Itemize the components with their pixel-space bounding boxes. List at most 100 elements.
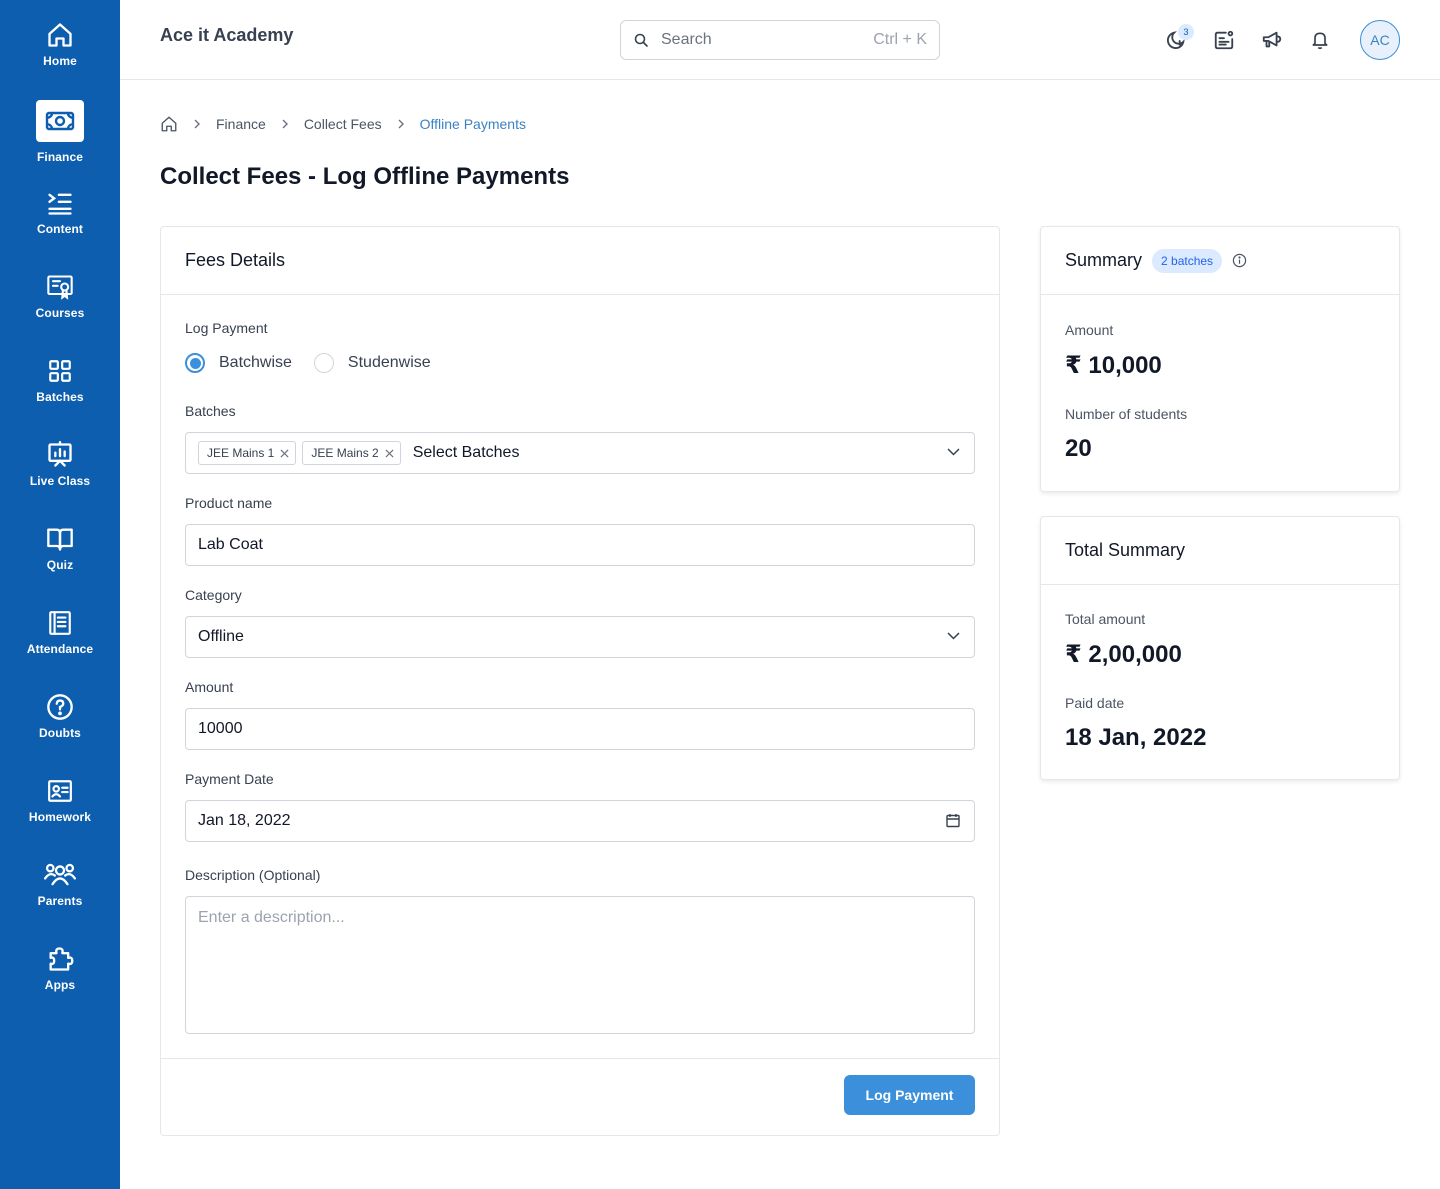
certificate-icon	[36, 272, 84, 302]
sidebar-item-live-class[interactable]: Live Class	[0, 420, 120, 504]
chevron-right-icon	[192, 119, 202, 129]
category-value: Offline	[198, 628, 244, 645]
grid-icon	[36, 356, 84, 386]
megaphone-icon[interactable]	[1260, 28, 1284, 52]
chevron-right-icon	[396, 119, 406, 129]
sidebar-item-label: Quiz	[46, 558, 74, 572]
batchwise-radio[interactable]	[185, 353, 205, 373]
bell-icon[interactable]	[1308, 28, 1332, 52]
amount-label: Amount	[185, 679, 234, 695]
sidebar-item-label: Batches	[36, 390, 84, 404]
sidebar-item-finance[interactable]: Finance	[0, 84, 120, 168]
paid-date-value: 18 Jan, 2022	[1065, 724, 1207, 751]
description-textarea[interactable]: Enter a description...	[185, 896, 975, 1034]
chevron-down-icon	[947, 448, 960, 456]
chevron-right-icon	[280, 119, 290, 129]
summary-header: Summary 2 batches	[1041, 227, 1399, 295]
id-card-icon	[36, 776, 84, 806]
description-label: Description (Optional)	[185, 867, 321, 883]
register-icon	[36, 608, 84, 638]
notes-settings-icon[interactable]	[1212, 28, 1236, 52]
summary-amount-value: ₹ 10,000	[1065, 352, 1162, 379]
sidebar-item-label: Doubts	[39, 726, 81, 740]
sidebar-item-batches[interactable]: Batches	[0, 336, 120, 420]
sidebar-item-quiz[interactable]: Quiz	[0, 504, 120, 588]
category-label: Category	[185, 587, 242, 603]
category-select[interactable]: Offline	[185, 616, 975, 658]
batches-label: Batches	[185, 403, 236, 419]
students-label: Number of students	[1065, 406, 1188, 422]
sidebar-item-parents[interactable]: Parents	[0, 840, 120, 924]
summary-heading: Summary	[1065, 250, 1143, 270]
people-icon	[36, 860, 84, 890]
home-icon	[36, 20, 84, 50]
breadcrumb: Finance Collect Fees Offline Payments	[160, 114, 526, 134]
amount-input[interactable]: 10000	[185, 708, 975, 750]
total-summary-heading: Total Summary	[1041, 517, 1399, 585]
breadcrumb-current: Offline Payments	[419, 116, 526, 132]
sidebar-item-apps[interactable]: Apps	[0, 924, 120, 1008]
sidebar-item-homework[interactable]: Homework	[0, 756, 120, 840]
sidebar-item-label: Parents	[37, 894, 83, 908]
app-title: Ace it Academy	[160, 25, 294, 45]
students-value: 20	[1065, 435, 1092, 462]
breadcrumb-item-collect-fees[interactable]: Collect Fees	[304, 116, 382, 132]
page-title: Collect Fees - Log Offline Payments	[160, 163, 570, 190]
sidebar-item-label: Finance	[36, 150, 84, 164]
sidebar-item-courses[interactable]: Courses	[0, 252, 120, 336]
calendar-icon[interactable]	[946, 813, 960, 828]
batch-chip-label: JEE Mains 2	[311, 446, 379, 460]
info-icon[interactable]	[1232, 253, 1247, 268]
batches-select[interactable]: JEE Mains 1 JEE Mains 2 Select Batches	[185, 432, 975, 474]
breadcrumb-item-finance[interactable]: Finance	[216, 116, 266, 132]
puzzle-icon	[36, 944, 84, 974]
studenwise-label: Studenwise	[347, 354, 431, 371]
footer-divider	[161, 1058, 999, 1059]
cash-icon	[36, 100, 84, 142]
search-box[interactable]: Ctrl + K	[620, 20, 940, 60]
book-icon	[36, 524, 84, 554]
batches-count-badge: 2 batches	[1152, 248, 1223, 273]
payment-date-value: Jan 18, 2022	[198, 812, 291, 829]
search-icon	[633, 32, 649, 48]
sidebar-item-label: Live Class	[29, 474, 91, 488]
sidebar-item-label: Home	[43, 54, 77, 68]
remove-chip-icon[interactable]	[385, 448, 394, 458]
search-shortcut: Ctrl + K	[873, 31, 927, 48]
batch-chip-label: JEE Mains 1	[207, 446, 275, 460]
log-payment-button[interactable]: Log Payment	[844, 1075, 975, 1115]
sidebar-item-label: Homework	[28, 810, 92, 824]
summary-card: Summary 2 batches Amount ₹ 10,000 Number…	[1040, 226, 1400, 492]
avatar[interactable]: AC	[1360, 20, 1400, 60]
payment-date-input[interactable]: Jan 18, 2022	[185, 800, 975, 842]
sidebar-item-doubts[interactable]: Doubts	[0, 672, 120, 756]
presentation-icon	[36, 440, 84, 470]
log-payment-label: Log Payment	[185, 320, 268, 336]
studenwise-radio[interactable]	[313, 353, 334, 373]
sidebar-item-content[interactable]: Content	[0, 168, 120, 252]
question-icon	[36, 692, 84, 722]
total-amount-label: Total amount	[1065, 611, 1146, 627]
fees-details-heading: Fees Details	[161, 227, 999, 295]
total-summary-card: Total Summary Total amount ₹ 2,00,000 Pa…	[1040, 516, 1400, 780]
remove-chip-icon[interactable]	[280, 448, 289, 458]
batch-chip: JEE Mains 1	[198, 441, 297, 465]
sidebar-item-label: Apps	[44, 978, 76, 992]
batchwise-label: Batchwise	[219, 354, 292, 371]
batches-placeholder: Select Batches	[412, 444, 520, 461]
sidebar-item-label: Content	[36, 222, 84, 236]
sidebar: Home Finance Content Courses Batches Liv…	[0, 0, 120, 1189]
total-amount-value: ₹ 2,00,000	[1065, 641, 1182, 668]
search-input[interactable]	[661, 31, 851, 49]
product-name-label: Product name	[185, 495, 273, 511]
breadcrumb-home-icon[interactable]	[160, 115, 178, 133]
sidebar-item-home[interactable]: Home	[0, 0, 120, 84]
sidebar-item-label: Attendance	[26, 642, 94, 656]
product-name-input[interactable]: Lab Coat	[185, 524, 975, 566]
content-list-icon	[36, 188, 84, 218]
sidebar-item-label: Courses	[35, 306, 85, 320]
paid-date-label: Paid date	[1065, 695, 1125, 711]
sidebar-item-attendance[interactable]: Attendance	[0, 588, 120, 672]
summary-amount-label: Amount	[1065, 322, 1114, 338]
fees-details-card: Fees Details Log Payment Batchwise Stude…	[160, 226, 1000, 1136]
